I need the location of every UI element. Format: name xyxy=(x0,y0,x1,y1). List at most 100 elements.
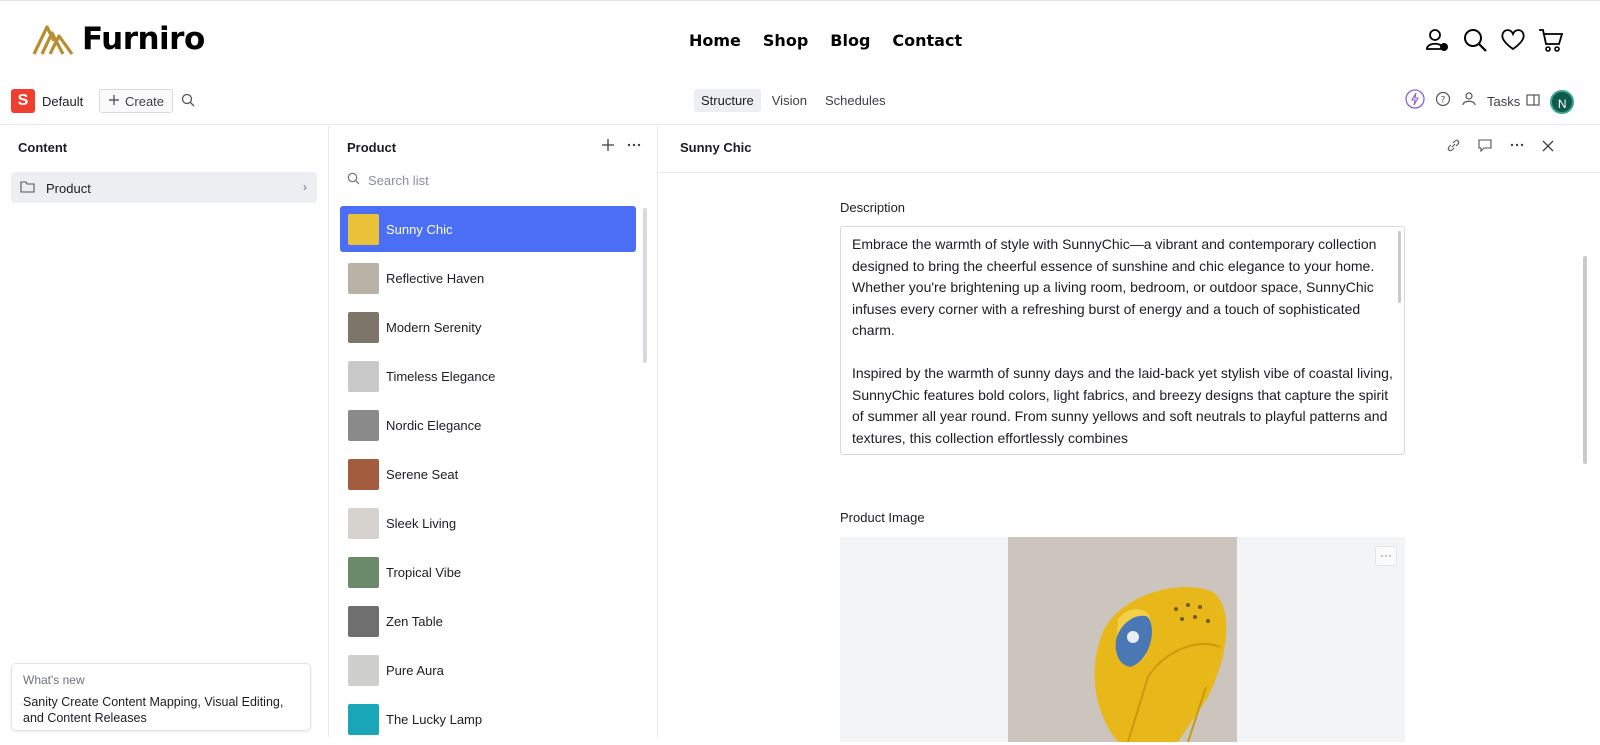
studio-navbar: S Default Create Structure Vision Schedu… xyxy=(0,80,1600,125)
sidebar-item-label: Product xyxy=(46,181,91,196)
list-item[interactable]: Nordic Elegance xyxy=(340,402,636,448)
document-scrollbar[interactable] xyxy=(1583,256,1587,464)
sidebar-item-product[interactable]: Product › xyxy=(11,172,317,203)
description-paragraph-1: Embrace the warmth of style with SunnyCh… xyxy=(852,234,1393,342)
thumbnail xyxy=(348,410,379,441)
resize-handle-icon[interactable] xyxy=(1395,445,1403,453)
user-access-icon[interactable] xyxy=(1461,91,1477,112)
workspace-name[interactable]: Default xyxy=(42,94,83,109)
whats-new-title: What's new xyxy=(23,673,299,687)
list-item-label: Pure Aura xyxy=(386,663,444,678)
list-item-label: Sleek Living xyxy=(386,516,456,531)
product-image xyxy=(1008,537,1237,742)
nav-blog[interactable]: Blog xyxy=(830,31,870,50)
folder-icon xyxy=(20,180,35,198)
thumbnail xyxy=(348,704,379,735)
more-icon[interactable] xyxy=(627,138,641,157)
search-list-input[interactable]: Search list xyxy=(347,172,429,188)
search-icon[interactable] xyxy=(181,93,195,112)
list-item[interactable]: Zen Table xyxy=(340,598,636,644)
search-list-placeholder: Search list xyxy=(368,173,429,188)
whats-new-card[interactable]: What's new Sanity Create Content Mapping… xyxy=(11,663,311,731)
list-item[interactable]: Serene Seat xyxy=(340,451,636,497)
tasks-label: Tasks xyxy=(1487,94,1520,109)
lightning-icon[interactable] xyxy=(1405,89,1425,114)
site-icons xyxy=(1424,27,1564,53)
create-button-label: Create xyxy=(125,94,164,109)
search-icon xyxy=(347,172,360,188)
navbar-actions: ? Tasks N xyxy=(1405,89,1574,114)
list-item[interactable]: Pure Aura xyxy=(340,647,636,693)
list-item-label: The Lucky Lamp xyxy=(386,712,482,727)
product-list-pane: Product Search list Sunny Chic Reflectiv… xyxy=(329,126,658,737)
avatar[interactable]: N xyxy=(1550,90,1574,114)
document-title: Sunny Chic xyxy=(680,140,752,155)
image-menu-button[interactable]: ··· xyxy=(1375,546,1397,566)
list-item-label: Reflective Haven xyxy=(386,271,484,286)
more-icon: ··· xyxy=(1380,548,1392,562)
thumbnail xyxy=(348,459,379,490)
site-logo-text: Furniro xyxy=(82,21,205,57)
close-icon[interactable] xyxy=(1542,139,1554,157)
list-item-label: Modern Serenity xyxy=(386,320,481,335)
thumbnail xyxy=(348,361,379,392)
site-header: Furniro Home Shop Blog Contact xyxy=(0,0,1600,80)
thumbnail xyxy=(348,606,379,637)
create-button[interactable]: Create xyxy=(99,89,173,113)
list-item[interactable]: The Lucky Lamp xyxy=(340,696,636,742)
product-image-field[interactable]: ··· xyxy=(840,537,1405,742)
list-item-label: Timeless Elegance xyxy=(386,369,495,384)
workspace-logo[interactable]: S xyxy=(11,89,35,113)
nav-shop[interactable]: Shop xyxy=(763,31,808,50)
whats-new-text: Sanity Create Content Mapping, Visual Ed… xyxy=(23,694,299,726)
heart-icon[interactable] xyxy=(1500,27,1526,53)
site-logo[interactable]: Furniro xyxy=(32,21,205,57)
document-actions xyxy=(1447,138,1554,157)
cart-icon[interactable] xyxy=(1538,27,1564,53)
svg-text:?: ? xyxy=(1441,96,1446,106)
tasks-button[interactable]: Tasks xyxy=(1487,93,1540,110)
tab-structure[interactable]: Structure xyxy=(694,89,761,112)
site-nav: Home Shop Blog Contact xyxy=(689,31,962,50)
search-icon[interactable] xyxy=(1462,27,1488,53)
list-item-label: Sunny Chic xyxy=(386,222,452,237)
list-item[interactable]: Tropical Vibe xyxy=(340,549,636,595)
more-icon[interactable] xyxy=(1510,138,1524,157)
list-item-label: Serene Seat xyxy=(386,467,458,482)
help-icon[interactable]: ? xyxy=(1435,91,1451,112)
description-label: Description xyxy=(840,200,905,215)
list-item[interactable]: Sleek Living xyxy=(340,500,636,546)
list-item[interactable]: Modern Serenity xyxy=(340,304,636,350)
nav-home[interactable]: Home xyxy=(689,31,741,50)
tab-schedules[interactable]: Schedules xyxy=(818,89,893,112)
textarea-scrollbar[interactable] xyxy=(1398,231,1401,303)
description-textarea[interactable]: Embrace the warmth of style with SunnyCh… xyxy=(840,226,1405,455)
document-pane: Sunny Chic Description Embrace the warmt… xyxy=(658,126,1600,737)
comment-icon[interactable] xyxy=(1478,138,1492,157)
thumbnail xyxy=(348,312,379,343)
content-pane: Content Product › What's new Sanity Crea… xyxy=(0,126,329,737)
list-item[interactable]: Reflective Haven xyxy=(340,255,636,301)
tool-tabs: Structure Vision Schedules xyxy=(694,89,893,112)
list-item[interactable]: Sunny Chic xyxy=(340,206,636,252)
list-item[interactable]: Timeless Elegance xyxy=(340,353,636,399)
chevron-right-icon: › xyxy=(303,180,307,194)
content-pane-title: Content xyxy=(18,140,67,155)
description-paragraph-2: Inspired by the warmth of sunny days and… xyxy=(852,363,1393,449)
list-item-label: Tropical Vibe xyxy=(386,565,461,580)
list-scrollbar[interactable] xyxy=(643,208,647,363)
tab-vision[interactable]: Vision xyxy=(765,89,814,112)
add-icon[interactable] xyxy=(601,138,615,157)
user-alert-icon[interactable] xyxy=(1424,27,1450,53)
link-icon[interactable] xyxy=(1447,139,1460,157)
thumbnail xyxy=(348,655,379,686)
nav-contact[interactable]: Contact xyxy=(892,31,962,50)
thumbnail xyxy=(348,214,379,245)
panel-icon xyxy=(1526,93,1540,110)
thumbnail xyxy=(348,557,379,588)
product-image-label: Product Image xyxy=(840,510,925,525)
thumbnail xyxy=(348,263,379,294)
thumbnail xyxy=(348,508,379,539)
list-item-label: Zen Table xyxy=(386,614,443,629)
product-pane-actions xyxy=(601,138,641,157)
